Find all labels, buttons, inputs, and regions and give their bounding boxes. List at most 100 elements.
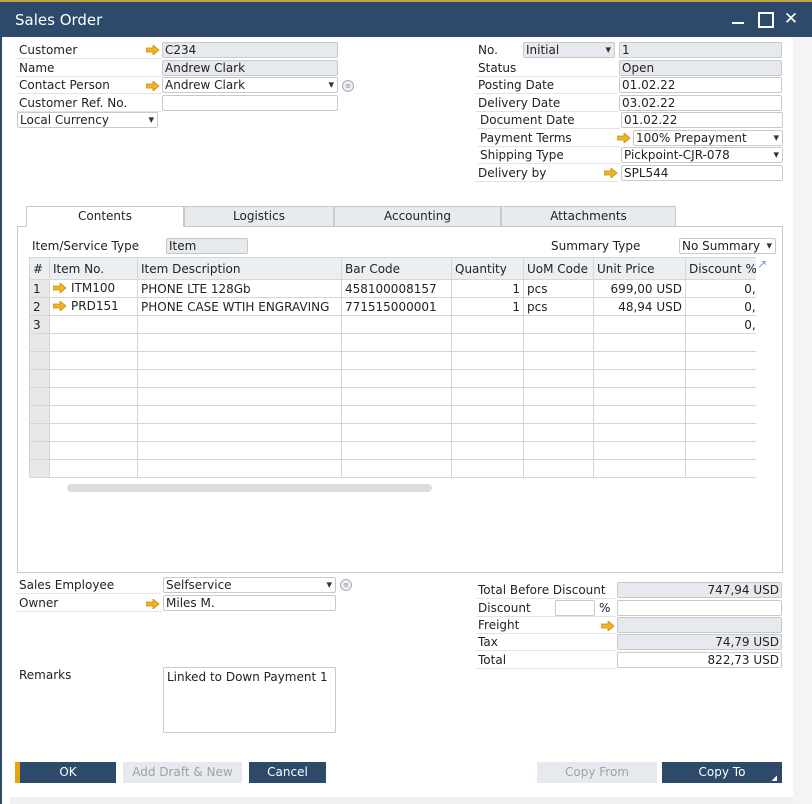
shipping-type-dropdown[interactable]: Pickpoint-CJR-078 bbox=[621, 147, 783, 163]
discount-label: Discount bbox=[476, 600, 616, 617]
table-row[interactable]: 1 ITM100 PHONE LTE 128Gb 458100008157 1 … bbox=[29, 279, 756, 298]
summary-type-dropdown[interactable]: No Summary bbox=[679, 238, 776, 254]
currency-dropdown[interactable]: Local Currency bbox=[17, 112, 158, 128]
remarks-textarea[interactable]: Linked to Down Payment 1 bbox=[163, 667, 336, 733]
item-description-cell[interactable]: PHONE LTE 128Gb bbox=[137, 279, 342, 298]
col-header-discount[interactable]: Discount % bbox=[685, 257, 756, 280]
row-number[interactable]: 1 bbox=[29, 279, 50, 298]
owner-input[interactable]: Miles M. bbox=[163, 595, 336, 611]
item-link-arrow-icon[interactable] bbox=[53, 282, 67, 296]
customer-link-arrow-icon[interactable] bbox=[146, 45, 160, 55]
copy-to-button[interactable]: Copy To ◢ bbox=[662, 762, 782, 783]
payment-terms-dropdown[interactable]: 100% Prepayment bbox=[633, 130, 783, 146]
discount-cell[interactable]: 0,00 bbox=[685, 297, 756, 316]
contact-details-icon[interactable]: ≡ bbox=[342, 80, 354, 92]
col-header-bar-code[interactable]: Bar Code bbox=[341, 257, 452, 280]
uom-cell[interactable] bbox=[523, 315, 594, 334]
table-row[interactable]: 2 PRD151 PHONE CASE WTIH ENGRAVING 77151… bbox=[29, 297, 756, 316]
item-no-cell[interactable] bbox=[49, 315, 138, 334]
tab-logistics[interactable]: Logistics bbox=[184, 206, 334, 226]
empty-row[interactable] bbox=[29, 423, 756, 442]
payment-terms-label: Payment Terms bbox=[478, 130, 620, 147]
tab-contents[interactable]: Contents bbox=[26, 206, 184, 227]
uom-cell[interactable]: pcs bbox=[523, 297, 594, 316]
copy-to-menu-icon: ◢ bbox=[771, 774, 777, 782]
customer-ref-label: Customer Ref. No. bbox=[17, 95, 162, 112]
tab-accounting[interactable]: Accounting bbox=[334, 206, 501, 226]
close-icon[interactable]: ✕ bbox=[780, 8, 802, 30]
copy-from-button[interactable]: Copy From bbox=[537, 762, 657, 783]
quantity-cell[interactable]: 1 bbox=[451, 297, 524, 316]
empty-row[interactable] bbox=[29, 333, 756, 352]
empty-row[interactable] bbox=[29, 351, 756, 370]
bar-code-cell[interactable]: 458100008157 bbox=[341, 279, 452, 298]
discount-cell[interactable]: 0,00 bbox=[685, 279, 756, 298]
document-date-label: Document Date bbox=[478, 112, 620, 129]
row-number[interactable]: 3 bbox=[29, 315, 50, 334]
item-no-cell[interactable]: ITM100 bbox=[49, 279, 138, 298]
bar-code-cell[interactable] bbox=[341, 315, 452, 334]
table-row[interactable]: 3 0,00 bbox=[29, 315, 756, 334]
delivery-by-input[interactable]: SPL544 bbox=[621, 165, 783, 181]
maximize-icon[interactable] bbox=[753, 8, 775, 30]
empty-row[interactable] bbox=[29, 387, 756, 406]
quantity-cell[interactable]: 1 bbox=[451, 279, 524, 298]
name-field[interactable]: Andrew Clark bbox=[162, 60, 338, 76]
bar-code-cell[interactable]: 771515000001 bbox=[341, 297, 452, 316]
document-date-input[interactable]: 01.02.22 bbox=[621, 112, 783, 128]
tab-attachments[interactable]: Attachments bbox=[501, 206, 676, 226]
owner-link-arrow-icon[interactable] bbox=[146, 599, 160, 609]
ok-button[interactable]: OK bbox=[15, 762, 116, 783]
delivery-by-link-arrow-icon[interactable] bbox=[604, 168, 618, 178]
payment-terms-link-arrow-icon[interactable] bbox=[617, 133, 631, 143]
freight-field[interactable] bbox=[617, 617, 782, 633]
delivery-by-label: Delivery by bbox=[476, 165, 618, 182]
item-service-type-field[interactable]: Item bbox=[166, 238, 248, 254]
sales-employee-details-icon[interactable]: ≡ bbox=[340, 579, 352, 591]
col-header-uom-code[interactable]: UoM Code bbox=[523, 257, 594, 280]
item-description-cell[interactable] bbox=[137, 315, 342, 334]
bottom-bar bbox=[10, 797, 793, 804]
cancel-button[interactable]: Cancel bbox=[249, 762, 326, 783]
unit-price-cell[interactable]: 48,94 USD bbox=[593, 297, 686, 316]
unit-price-cell[interactable]: 699,00 USD bbox=[593, 279, 686, 298]
uom-cell[interactable]: pcs bbox=[523, 279, 594, 298]
empty-row[interactable] bbox=[29, 369, 756, 388]
status-label: Status bbox=[476, 60, 618, 77]
item-description-cell[interactable]: PHONE CASE WTIH ENGRAVING bbox=[137, 297, 342, 316]
col-header-unit-price[interactable]: Unit Price bbox=[593, 257, 686, 280]
col-header-item-no[interactable]: Item No. bbox=[49, 257, 138, 280]
posting-date-input[interactable]: 01.02.22 bbox=[619, 77, 782, 93]
add-draft-new-button[interactable]: Add Draft & New bbox=[123, 762, 242, 783]
item-no-cell[interactable]: PRD151 bbox=[49, 297, 138, 316]
empty-row[interactable] bbox=[29, 441, 756, 460]
contact-person-link-arrow-icon[interactable] bbox=[146, 81, 160, 91]
item-no-value: ITM100 bbox=[71, 281, 116, 296]
unit-price-cell[interactable] bbox=[593, 315, 686, 334]
customer-ref-input[interactable] bbox=[162, 95, 338, 111]
freight-link-arrow-icon[interactable] bbox=[601, 621, 615, 631]
sales-employee-dropdown[interactable]: Selfservice bbox=[163, 577, 336, 593]
discount-cell[interactable]: 0,00 bbox=[685, 315, 756, 334]
col-header-quantity[interactable]: Quantity bbox=[451, 257, 524, 280]
empty-row[interactable] bbox=[29, 405, 756, 424]
numbering-series-dropdown[interactable]: Initial bbox=[523, 42, 615, 58]
item-link-arrow-icon[interactable] bbox=[53, 300, 67, 314]
window-title: Sales Order bbox=[15, 11, 103, 29]
total-label: Total bbox=[476, 652, 616, 669]
empty-row[interactable] bbox=[29, 459, 756, 478]
col-header-item-description[interactable]: Item Description bbox=[137, 257, 342, 280]
shipping-type-label: Shipping Type bbox=[478, 147, 620, 164]
customer-field[interactable]: C234 bbox=[162, 42, 338, 58]
col-header-num[interactable]: # bbox=[29, 257, 50, 280]
quantity-cell[interactable] bbox=[451, 315, 524, 334]
delivery-date-input[interactable]: 03.02.22 bbox=[619, 95, 782, 111]
discount-percent-input[interactable] bbox=[555, 600, 595, 616]
horizontal-scrollbar[interactable] bbox=[67, 484, 432, 492]
contact-person-dropdown[interactable]: Andrew Clark bbox=[162, 77, 338, 93]
doc-number-field[interactable]: 1 bbox=[619, 42, 782, 58]
row-number[interactable]: 2 bbox=[29, 297, 50, 316]
discount-amount-input[interactable] bbox=[617, 600, 782, 616]
minimize-icon[interactable] bbox=[727, 8, 749, 30]
expand-grid-icon[interactable]: ↗ bbox=[757, 258, 769, 270]
